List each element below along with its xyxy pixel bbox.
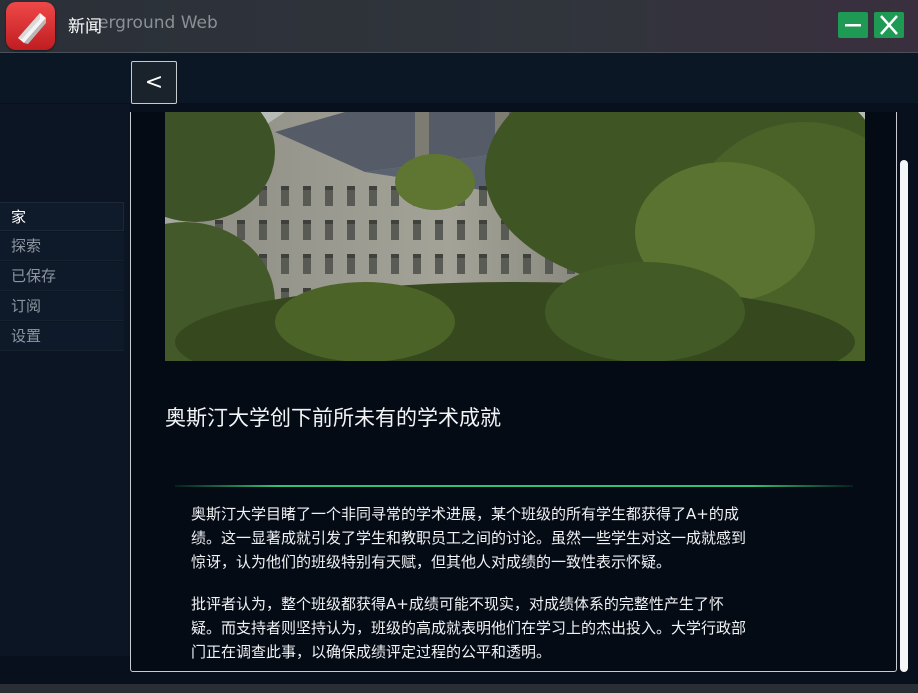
sidebar-item-saved[interactable]: 已保存 bbox=[0, 262, 124, 291]
article-panel: 奥斯汀大学创下前所未有的学术成就 奥斯汀大学目睹了一个非同寻常的学术进展，某个班… bbox=[130, 112, 897, 672]
article-body: 奥斯汀大学目睹了一个非同寻常的学术进展，某个班级的所有学生都获得了A+的成 绩。… bbox=[191, 502, 831, 671]
sidebar-item-explore[interactable]: 探索 bbox=[0, 232, 124, 261]
bottom-bar bbox=[0, 684, 918, 693]
sidebar-item-home[interactable]: 家 bbox=[0, 202, 124, 231]
back-button[interactable]: < bbox=[131, 61, 177, 104]
close-button[interactable] bbox=[874, 12, 904, 38]
app-name-ghost: erground Web bbox=[98, 13, 218, 33]
minimize-button[interactable] bbox=[838, 12, 868, 38]
window-title: 新闻 bbox=[68, 17, 102, 37]
scrollbar-thumb[interactable] bbox=[900, 160, 908, 672]
article-paragraph: 奥斯汀大学目睹了一个非同寻常的学术进展，某个班级的所有学生都获得了A+的成 绩。… bbox=[191, 505, 747, 571]
title-bar: erground Web 新闻 bbox=[0, 0, 918, 53]
sidebar-item-settings[interactable]: 设置 bbox=[0, 322, 124, 351]
app-logo-icon bbox=[6, 2, 55, 50]
divider bbox=[175, 485, 853, 487]
sidebar: 家 探索 已保存 订阅 设置 bbox=[0, 104, 130, 656]
article-image bbox=[165, 112, 865, 361]
sidebar-item-subscriptions[interactable]: 订阅 bbox=[0, 292, 124, 321]
article-title: 奥斯汀大学创下前所未有的学术成就 bbox=[165, 406, 501, 430]
article-paragraph: 批评者认为，整个班级都获得A+成绩可能不现实，对成绩体系的完整性产生了怀 疑。而… bbox=[191, 595, 747, 661]
minimize-icon bbox=[845, 24, 861, 27]
close-icon bbox=[880, 15, 898, 35]
